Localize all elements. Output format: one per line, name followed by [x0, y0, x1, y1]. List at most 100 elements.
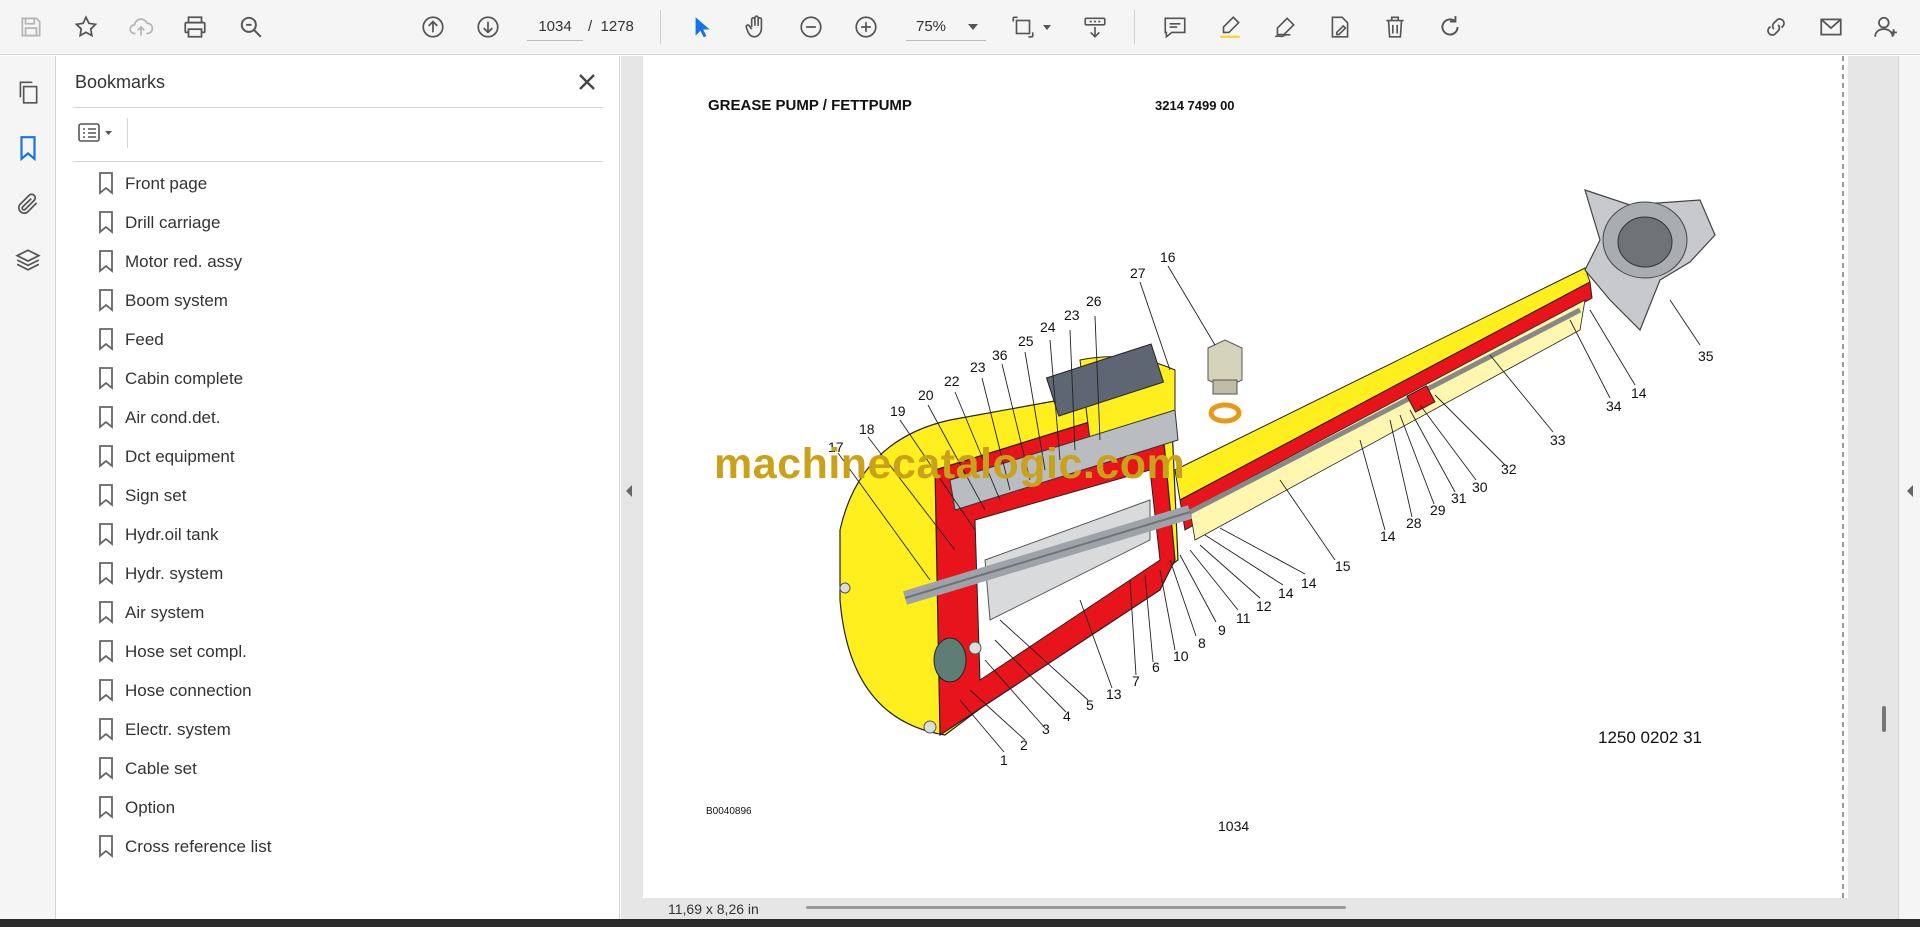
callout-36: 36 [992, 347, 1008, 363]
page-fit-icon[interactable] [1006, 10, 1040, 44]
bookmark-label: Feed [125, 330, 164, 349]
bookmark-item[interactable]: Option [95, 790, 515, 829]
bookmark-label: Air cond.det. [125, 408, 221, 427]
page-down-icon[interactable] [471, 10, 505, 44]
callout-5: 5 [1086, 697, 1094, 713]
page-up-icon[interactable] [416, 10, 450, 44]
layers-icon[interactable] [12, 244, 44, 276]
highlight-icon[interactable] [1213, 10, 1247, 44]
bookmark-item[interactable]: Hose connection [95, 673, 515, 712]
callout-31: 31 [1451, 490, 1467, 506]
hand-icon[interactable] [739, 10, 773, 44]
bookmark-icon[interactable] [12, 132, 44, 164]
page-footer-number: 1034 [1218, 818, 1250, 834]
nut-part [1584, 189, 1716, 332]
bookmark-icon [99, 523, 113, 546]
scroll-mode-icon[interactable] [1078, 10, 1112, 44]
bookmark-icon [99, 172, 113, 195]
callout-26: 26 [1086, 293, 1102, 309]
page-total: / 1278 [588, 18, 634, 35]
toolbar-divider [127, 118, 128, 148]
chevron-down-icon[interactable] [1043, 25, 1051, 30]
edit-pdf-icon[interactable] [1323, 10, 1357, 44]
bookmark-label: Sign set [125, 486, 187, 505]
bookmark-label: Drill carriage [125, 213, 221, 232]
bookmark-icon [99, 445, 113, 468]
bookmark-options-button[interactable] [75, 118, 123, 148]
share-link-icon[interactable] [1759, 10, 1793, 44]
add-user-icon[interactable] [1869, 10, 1903, 44]
panel-title: Bookmarks [75, 72, 166, 92]
callout-2: 2 [1020, 737, 1028, 753]
attachment-icon[interactable] [12, 188, 44, 220]
callout-10: 10 [1173, 648, 1189, 664]
figure-code: B0040896 [706, 806, 752, 817]
bookmark-icon [99, 211, 113, 234]
bookmark-icon [99, 796, 113, 819]
callout-7: 7 [1132, 673, 1140, 689]
delete-icon[interactable] [1378, 10, 1412, 44]
bookmark-label: Electr. system [125, 720, 231, 739]
bookmark-label: Cable set [125, 759, 197, 778]
select-cursor-icon[interactable] [684, 10, 718, 44]
sign-icon[interactable] [1268, 10, 1302, 44]
callout-19: 19 [890, 403, 906, 419]
bookmark-item[interactable]: Drill carriage [95, 205, 515, 244]
pages-icon[interactable] [12, 76, 44, 108]
toolbar-divider [660, 10, 661, 44]
bookmark-item[interactable]: Cable set [95, 751, 515, 790]
bookmark-item[interactable]: Hydr. system [95, 556, 515, 595]
cloud-upload-icon[interactable] [124, 10, 158, 44]
bookmark-item[interactable]: Electr. system [95, 712, 515, 751]
bookmark-label: Hose connection [125, 681, 252, 700]
callout-23a: 23 [970, 359, 986, 375]
star-icon[interactable] [69, 10, 103, 44]
bookmarks-panel: Bookmarks Front page Drill carriage Moto… [57, 56, 620, 919]
bookmark-icon [99, 250, 113, 273]
right-panel-toggle[interactable] [1898, 56, 1920, 919]
vertical-scrollbar[interactable] [1882, 706, 1886, 732]
page-number-input[interactable] [527, 13, 583, 41]
close-icon[interactable] [573, 68, 601, 96]
callout-24: 24 [1040, 319, 1056, 335]
bookmark-list: Front page Drill carriage Motor red. ass… [95, 166, 515, 868]
bookmark-label: Cabin complete [125, 369, 244, 388]
zoom-select[interactable]: 75% [906, 13, 986, 41]
horizontal-scrollbar[interactable] [806, 906, 1346, 909]
bookmark-item[interactable]: Hydr.oil tank [95, 517, 515, 556]
bookmark-item[interactable]: Feed [95, 322, 515, 361]
callout-33: 33 [1550, 432, 1566, 448]
bookmark-item[interactable]: Hose set compl. [95, 634, 515, 673]
rotate-icon[interactable] [1433, 10, 1467, 44]
collapse-panel-icon[interactable] [621, 476, 637, 506]
callout-16: 16 [1160, 249, 1176, 265]
email-icon[interactable] [1814, 10, 1848, 44]
bookmark-item[interactable]: Front page [95, 166, 515, 205]
bookmark-item[interactable]: Motor red. assy [95, 244, 515, 283]
bookmark-icon [99, 718, 113, 741]
bookmark-item[interactable]: Sign set [95, 478, 515, 517]
zoom-in-icon[interactable] [849, 10, 883, 44]
bookmark-icon [99, 640, 113, 663]
bookmark-item[interactable]: Boom system [95, 283, 515, 322]
print-icon[interactable] [178, 10, 212, 44]
zoom-out-icon[interactable] [794, 10, 828, 44]
callout-34: 34 [1606, 398, 1622, 414]
callout-1: 1 [1000, 752, 1008, 768]
bookmark-item[interactable]: Air cond.det. [95, 400, 515, 439]
bookmark-icon [99, 835, 113, 858]
save-icon[interactable] [14, 10, 48, 44]
callout-22: 22 [944, 373, 960, 389]
callout-4: 4 [1063, 708, 1071, 724]
bookmark-icon [99, 406, 113, 429]
callout-3: 3 [1042, 721, 1050, 737]
bookmark-item[interactable]: Dct equipment [95, 439, 515, 478]
bookmark-label: Hydr.oil tank [125, 525, 219, 544]
bookmark-label: Option [125, 798, 176, 817]
bookmark-item[interactable]: Cross reference list [95, 829, 515, 868]
comment-icon[interactable] [1158, 10, 1192, 44]
bookmark-item[interactable]: Air system [95, 595, 515, 634]
zoom-search-icon[interactable] [234, 10, 268, 44]
bookmark-icon [99, 289, 113, 312]
bookmark-item[interactable]: Cabin complete [95, 361, 515, 400]
